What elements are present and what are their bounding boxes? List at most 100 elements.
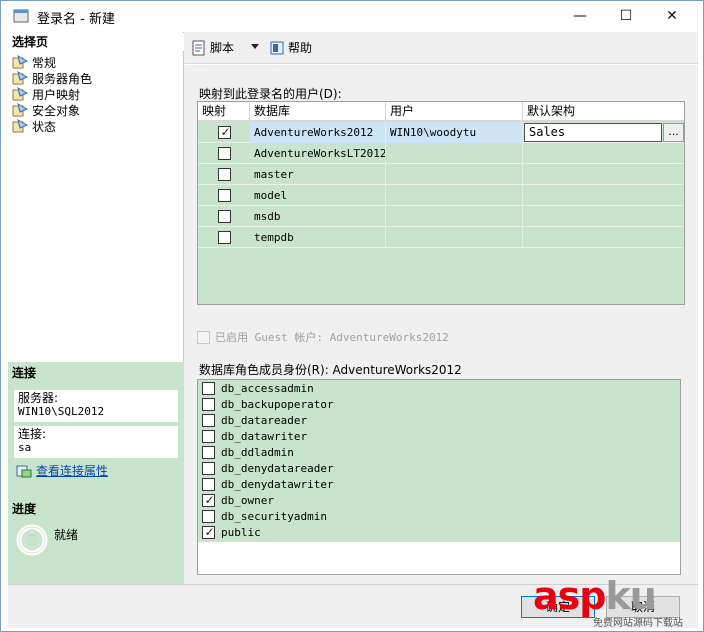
page-item-label: 状态 [32,119,57,134]
table-row[interactable]: AdventureWorksLT2012 [198,143,684,164]
cell-user[interactable] [386,206,523,227]
map-checkbox[interactable] [218,231,231,244]
map-checkbox[interactable] [218,210,231,223]
cell-default-schema[interactable] [523,206,684,227]
help-icon [270,41,284,54]
properties-icon [16,465,32,477]
view-connection-properties[interactable]: 查看连接属性 [16,462,108,479]
list-item[interactable]: db_denydatareader [202,460,334,476]
page-icon [12,71,28,85]
right-panel: 脚本 帮助 映射到此登录名的用户(D): 映射 数据库 用户 默认架构 ✓ Ad… [185,32,698,584]
cell-default-schema[interactable]: Sales [524,123,662,142]
connection-area: 连接 服务器: WIN10\SQL2012 连接: sa 查看连接属性 进度 就… [8,362,184,584]
cell-database[interactable]: master [250,164,386,185]
app-icon [13,9,29,23]
database-role-list[interactable]: db_accessadmin db_backupoperator db_data… [197,379,681,575]
schema-browse-button[interactable]: ... [663,123,684,142]
role-checkbox[interactable] [202,413,215,427]
table-row[interactable]: tempdb [198,227,684,248]
role-checkbox[interactable]: ✓ [202,524,215,539]
role-name: public [221,525,261,539]
cell-user[interactable] [386,143,523,164]
role-checkbox[interactable] [202,477,215,491]
role-name: db_datawriter [221,429,308,443]
window-title: 登录名 - 新建 [37,12,115,27]
page-item-server-roles[interactable]: 服务器角色 [12,70,92,86]
page-item-securables[interactable]: 安全对象 [12,102,80,118]
script-dropdown[interactable] [251,44,259,49]
cell-database[interactable]: model [250,185,386,206]
map-checkbox[interactable] [218,168,231,181]
cell-user[interactable]: WIN10\woodytu [386,122,523,143]
map-checkbox[interactable] [218,147,231,160]
page-item-user-mapping[interactable]: 用户映射 [12,86,80,102]
list-item[interactable]: db_denydatawriter [202,476,334,492]
script-button[interactable]: 脚本 [191,39,234,56]
close-icon: ✕ [666,8,678,24]
guest-checkbox [197,330,210,344]
role-checkbox[interactable] [202,445,215,459]
check-icon: ✓ [204,524,215,539]
table-row[interactable]: master [198,164,684,185]
title-bar[interactable]: 登录名 - 新建 — ☐ ✕ [1,1,703,31]
column-header-database[interactable]: 数据库 [250,102,386,121]
maximize-button[interactable]: ☐ [603,1,649,31]
role-checkbox[interactable] [202,461,215,475]
cell-default-schema[interactable] [523,164,684,185]
list-item[interactable]: db_securityadmin [202,508,327,524]
help-label: 帮助 [288,41,313,55]
table-row[interactable]: ✓ AdventureWorks2012 WIN10\woodytu Sales… [198,122,684,143]
login-new-dialog: 登录名 - 新建 — ☐ ✕ 选择页 常规 服务器角色 用户映射 安全对象 状态… [0,0,704,632]
map-checkbox[interactable] [218,189,231,202]
cell-user[interactable] [386,164,523,185]
cell-default-schema[interactable] [523,227,684,248]
cell-database[interactable]: msdb [250,206,386,227]
role-checkbox[interactable]: ✓ [202,493,215,507]
role-checkbox[interactable] [202,509,215,523]
table-row[interactable]: model [198,185,684,206]
script-label: 脚本 [210,41,235,55]
close-button[interactable]: ✕ [649,1,695,31]
role-checkbox[interactable] [202,429,215,443]
column-header-default-schema[interactable]: 默认架构 [523,102,684,121]
page-icon [12,119,28,133]
list-item[interactable]: ✓ db_owner [202,492,274,508]
list-item[interactable]: ✓ public [202,524,261,540]
user-mapping-grid[interactable]: 映射 数据库 用户 默认架构 ✓ AdventureWorks2012 WIN1… [197,101,685,305]
list-item[interactable]: db_ddladmin [202,444,294,460]
cell-database[interactable]: AdventureWorksLT2012 [250,143,386,164]
page-item-label: 用户映射 [32,87,81,102]
list-item[interactable]: db_accessadmin [202,380,314,396]
column-header-map[interactable]: 映射 [198,102,250,121]
help-button[interactable]: 帮助 [269,39,312,56]
role-checkbox[interactable] [202,397,215,411]
progress-spinner-icon [16,524,48,556]
cell-default-schema[interactable] [523,143,684,164]
list-item[interactable]: db_datawriter [202,428,307,444]
watermark-logo-b: ku [605,574,656,618]
view-connection-properties-link[interactable]: 查看连接属性 [36,462,108,479]
chevron-down-icon [251,44,259,49]
role-checkbox[interactable] [202,381,215,395]
cell-user[interactable] [386,227,523,248]
cell-user[interactable] [386,185,523,206]
server-info: 服务器: WIN10\SQL2012 [14,390,178,422]
progress-header: 进度 [8,500,184,518]
map-checkbox[interactable]: ✓ [218,125,231,139]
server-value: WIN10\SQL2012 [18,405,105,418]
list-item[interactable]: db_backupoperator [202,396,334,412]
column-header-user[interactable]: 用户 [386,102,523,121]
cell-default-schema[interactable] [523,185,684,206]
cell-database[interactable]: tempdb [250,227,386,248]
left-panel: 选择页 常规 服务器角色 用户映射 安全对象 状态 连接 服务器: WIN10\… [8,32,184,584]
server-label: 服务器: [18,391,59,405]
table-row[interactable]: msdb [198,206,684,227]
cell-database[interactable]: AdventureWorks2012 [250,122,386,143]
user-mapping-content: 映射到此登录名的用户(D): 映射 数据库 用户 默认架构 ✓ Adventur… [185,65,698,584]
roles-label: 数据库角色成员身份(R): AdventureWorks2012 [199,363,462,377]
page-item-general[interactable]: 常规 [12,54,56,70]
minimize-button[interactable]: — [557,1,603,31]
page-item-status[interactable]: 状态 [12,118,56,134]
list-item[interactable]: db_datareader [202,412,307,428]
role-name: db_denydatawriter [221,477,334,491]
